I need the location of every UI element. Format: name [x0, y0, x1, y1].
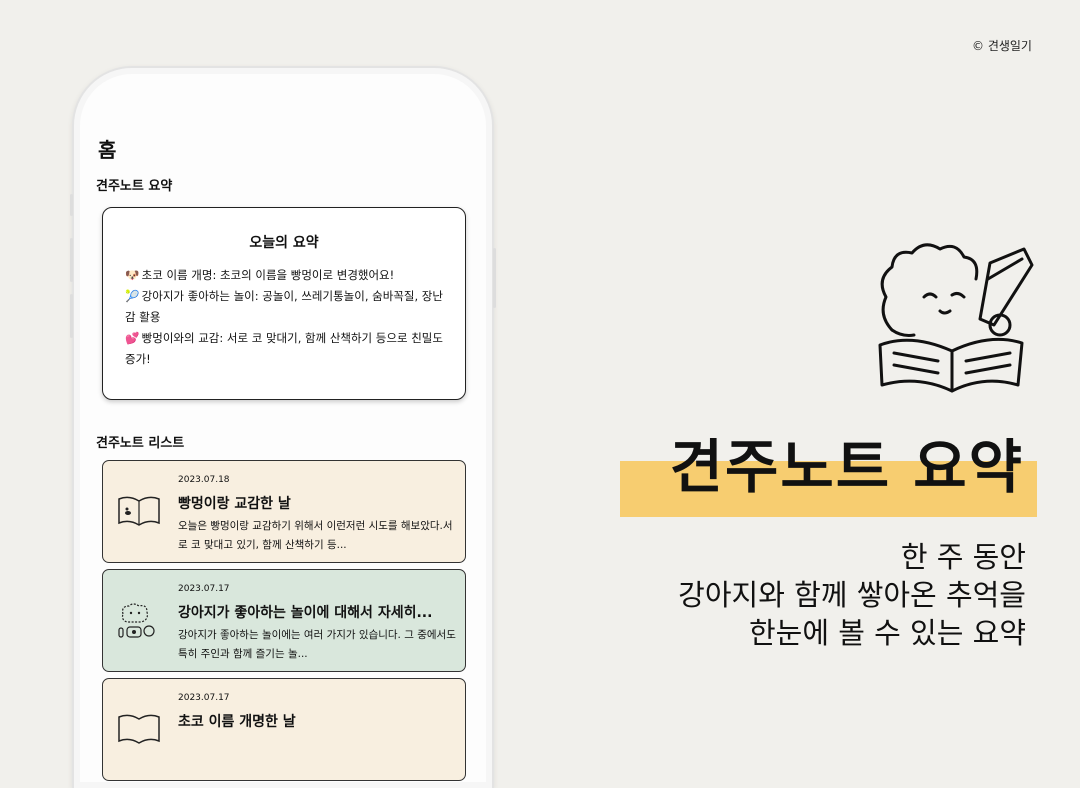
- promo-tagline: 한 주 동안 강아지와 함께 쌓아온 추억을 한눈에 볼 수 있는 요약: [678, 538, 1026, 652]
- list-section-label: 견주노트 리스트: [96, 436, 185, 451]
- note-date: 2023.07.17: [178, 693, 230, 703]
- hearts-icon: 💕: [125, 331, 140, 345]
- copyright: © 견생일기: [972, 39, 1032, 53]
- book-icon: [118, 714, 160, 744]
- tagline-line: 강아지와 함께 쌓아온 추억을: [678, 578, 1026, 612]
- dog-reading-book-icon: [878, 243, 1034, 393]
- note-card[interactable]: 2023.07.17 초코 이름 개명한 날: [102, 678, 466, 781]
- note-title: 강아지가 좋아하는 놀이에 대해서 자세히...: [178, 605, 433, 621]
- note-date: 2023.07.17: [178, 584, 230, 594]
- book-dog-icon: [118, 496, 160, 526]
- tagline-line: 한눈에 볼 수 있는 요약: [749, 616, 1026, 650]
- note-title: 빵멍이랑 교감한 날: [178, 496, 291, 512]
- tagline-line: 한 주 동안: [900, 540, 1026, 574]
- note-card[interactable]: 2023.07.18 빵멍이랑 교감한 날 오늘은 빵멍이랑 교감하기 위해서 …: [102, 460, 466, 563]
- phone-side-button: [70, 294, 73, 338]
- phone-mockup: 홈 견주노트 요약 오늘의 요약 🐶 초코 이름 개명: 초코의 이름을 빵멍이…: [70, 66, 496, 788]
- summary-item: 🎾 강아지가 좋아하는 놀이: 공놀이, 쓰레기통놀이, 숨바꼭질, 장난감 활…: [125, 286, 450, 328]
- note-card[interactable]: 2023.07.17 강아지가 좋아하는 놀이에 대해서 자세히... 강아지가…: [102, 569, 466, 672]
- summary-title: 오늘의 요약: [249, 235, 319, 251]
- phone-side-button: [493, 248, 496, 308]
- phone-side-button: [70, 238, 73, 282]
- summary-list: 🐶 초코 이름 개명: 초코의 이름을 빵멍이로 변경했어요! 🎾 강아지가 좋…: [125, 265, 450, 370]
- promo-heading: 견주노트 요약: [669, 433, 1024, 501]
- summary-item: 💕 빵멍이와의 교감: 서로 코 맞대기, 함께 산책하기 등으로 친밀도 증가…: [125, 328, 450, 370]
- puppy-icon: 🐶: [125, 268, 140, 282]
- screen-title: 홈: [98, 138, 117, 162]
- tennis-ball-icon: 🎾: [125, 289, 140, 303]
- note-preview: 오늘은 빵멍이랑 교감하기 위해서 이런저런 시도를 해보았다.서로 코 맞대고…: [178, 520, 453, 551]
- note-date: 2023.07.18: [178, 475, 230, 485]
- summary-card[interactable]: 오늘의 요약 🐶 초코 이름 개명: 초코의 이름을 빵멍이로 변경했어요! 🎾…: [102, 207, 466, 400]
- phone-side-button: [70, 194, 73, 216]
- dog-toys-icon: [118, 603, 155, 638]
- summary-section-label: 견주노트 요약: [96, 179, 173, 194]
- note-preview: 강아지가 좋아하는 놀이에는 여러 가지가 있습니다. 그 중에서도 특히 주인…: [178, 629, 456, 660]
- summary-item: 🐶 초코 이름 개명: 초코의 이름을 빵멍이로 변경했어요!: [125, 265, 450, 286]
- note-title: 초코 이름 개명한 날: [178, 714, 296, 730]
